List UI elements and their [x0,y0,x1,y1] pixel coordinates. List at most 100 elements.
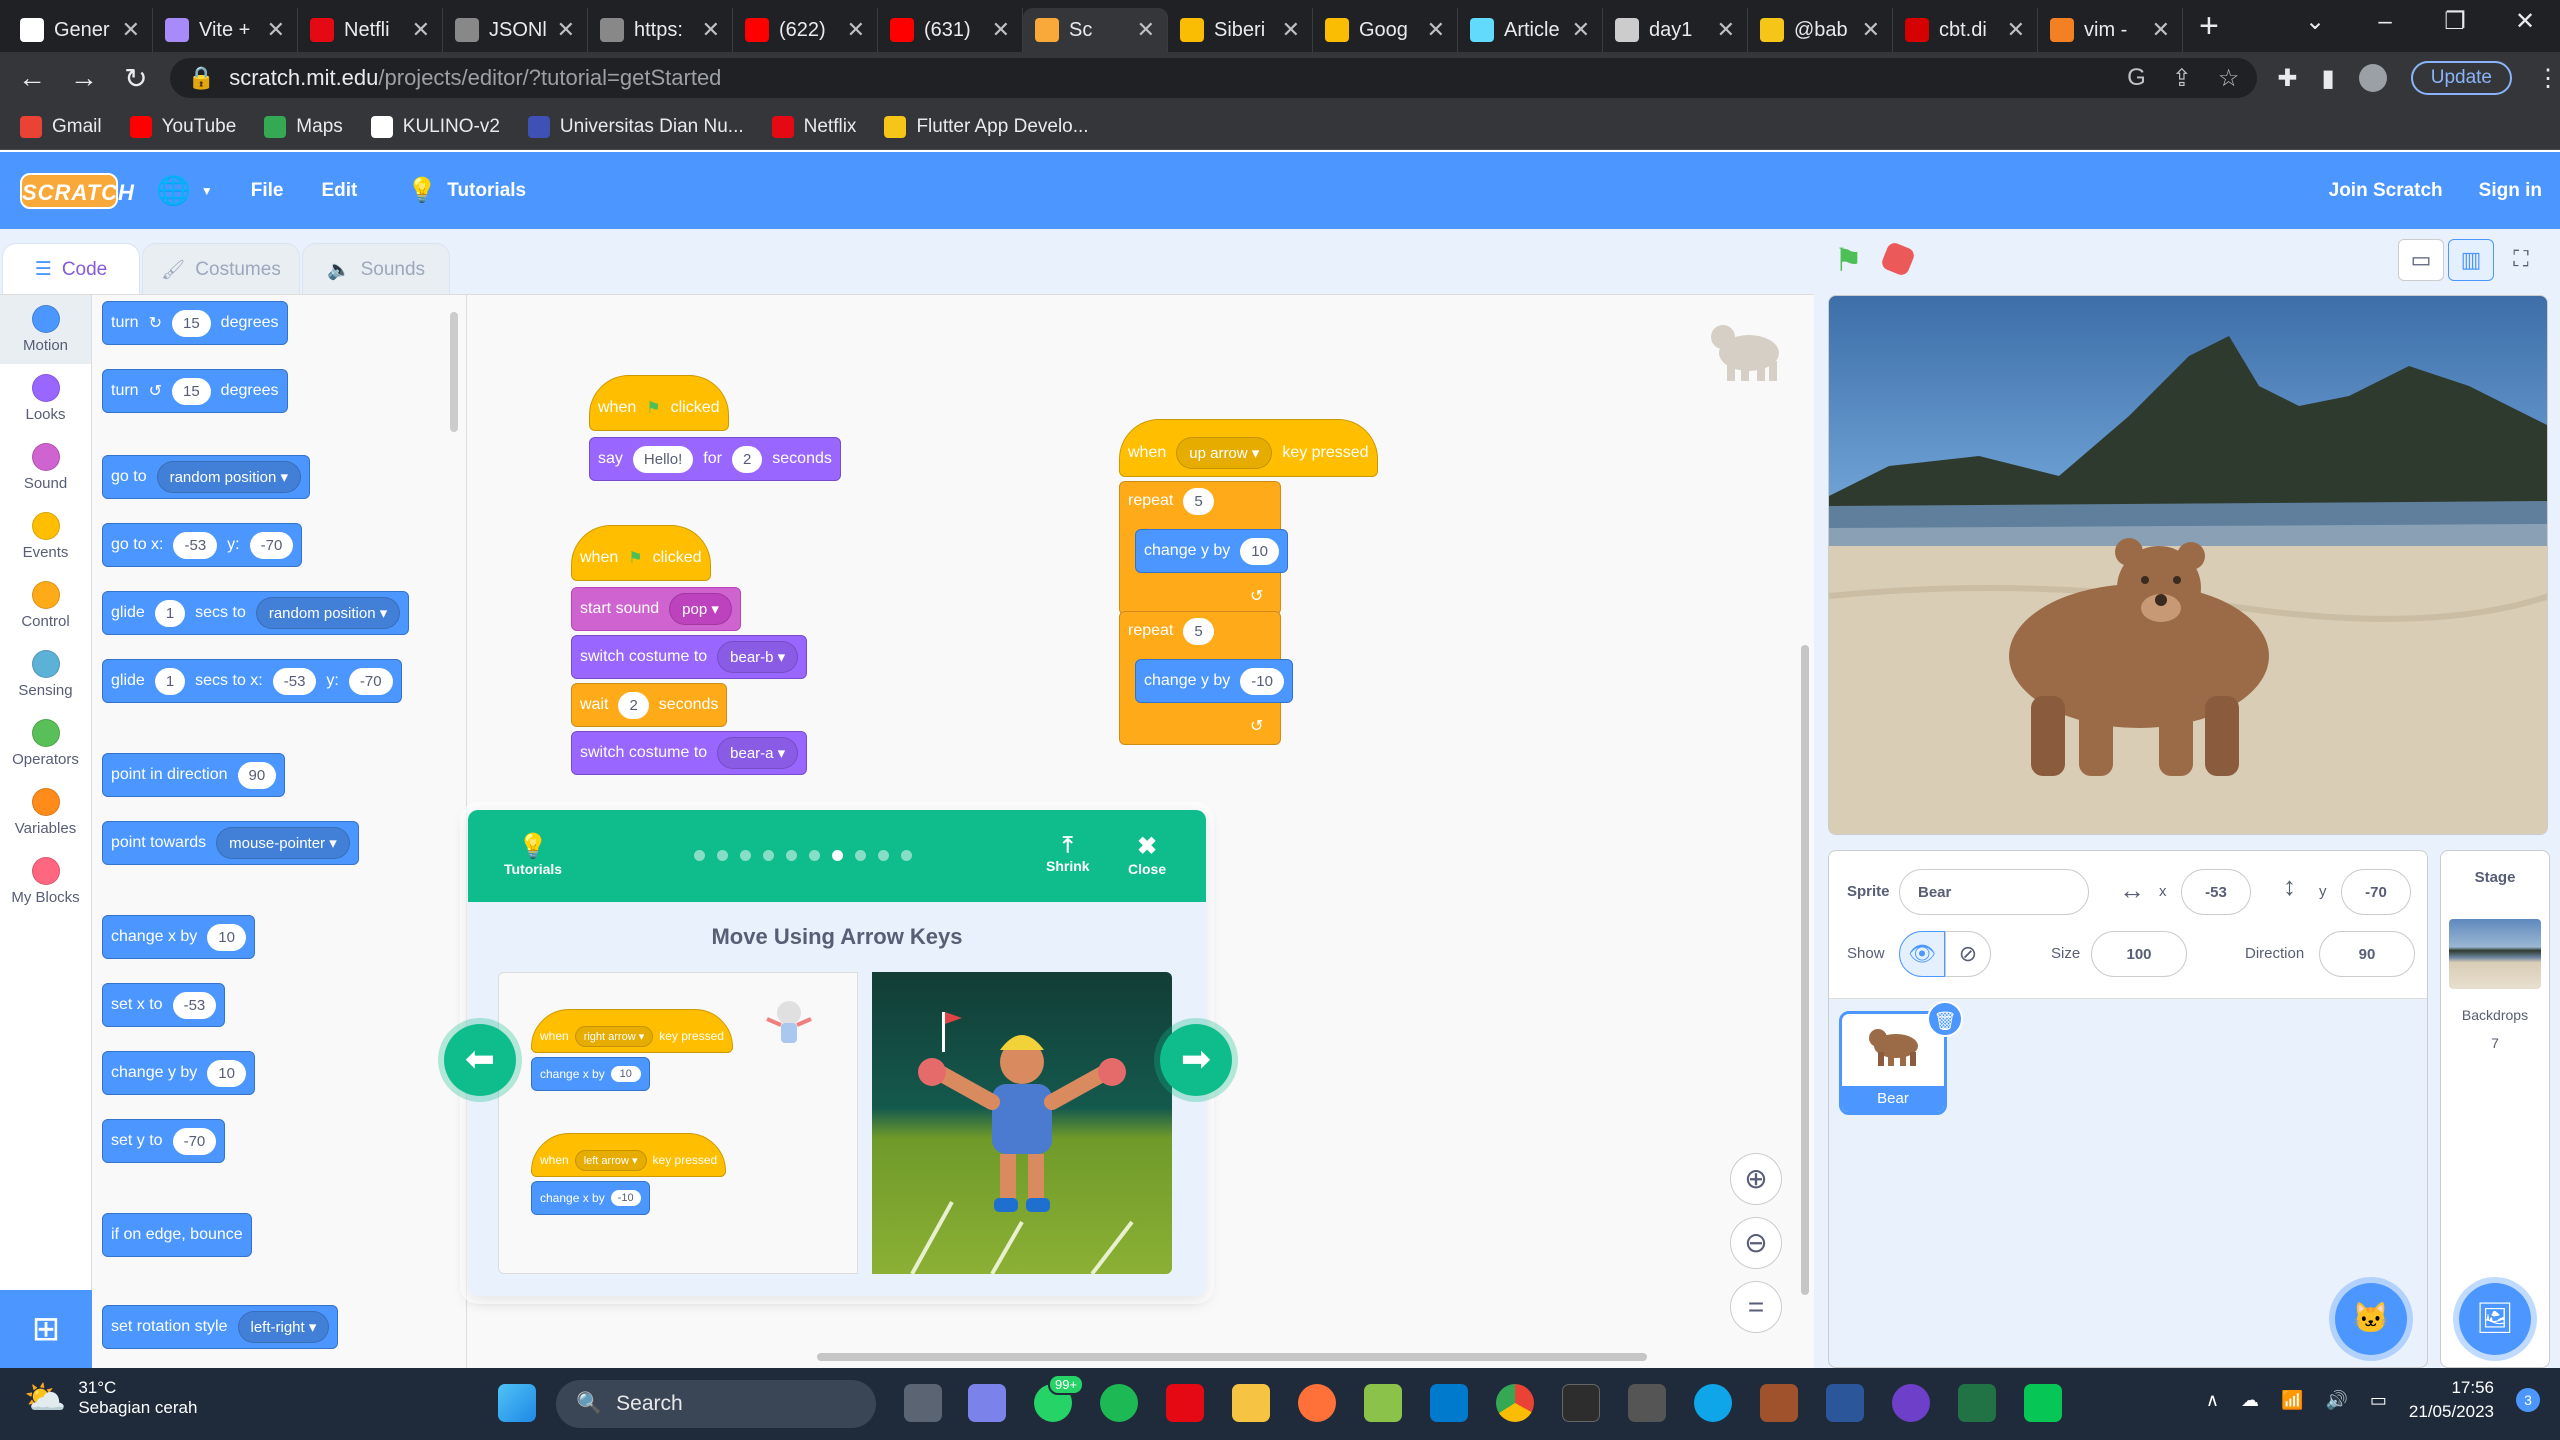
progress-dot[interactable] [855,850,866,861]
small-stage-button[interactable]: ▭ [2398,239,2444,281]
chevron-up-icon[interactable]: ∧ [2206,1390,2219,1411]
say-secs-input[interactable]: 2 [731,445,763,473]
set-y-block[interactable]: set y to -70 [102,1119,226,1163]
excel-icon[interactable] [1958,1384,1996,1422]
side-panel-icon[interactable]: ▮ [2322,64,2335,93]
terminal-icon[interactable] [1562,1384,1600,1422]
scratch-logo[interactable]: SCRATCH [20,172,134,209]
category-control[interactable]: Control [0,571,91,640]
restore-button[interactable]: ❐ [2420,0,2490,44]
browser-tab[interactable]: Sc ✕ [1023,8,1168,52]
when-flag-clicked-hat[interactable]: when ⚑ clicked [571,525,711,581]
when-flag-clicked-hat[interactable]: when ⚑ clicked [589,375,729,431]
add-backdrop-icon[interactable]: 🖼 [2459,1283,2531,1355]
backdrop-thumbnail[interactable] [2449,919,2541,989]
direction-input[interactable]: 90 [237,761,277,789]
browser-tab[interactable]: Article ✕ [1458,8,1603,52]
green-flag-button[interactable]: ⚑ [1834,241,1863,279]
direction-field[interactable]: 90 [2319,931,2415,977]
progress-dot[interactable] [763,850,774,861]
set-x-block[interactable]: set x to -53 [102,983,226,1027]
switch-costume-block[interactable]: switch costume to bear-b ▾ [571,635,808,679]
repeat-input[interactable]: 5 [1183,488,1214,515]
file-explorer-icon[interactable] [1232,1384,1270,1422]
glide-block[interactable]: glide 1 secs to random position ▾ [102,591,410,635]
when-key-pressed-hat[interactable]: when up arrow ▾ key pressed [1119,419,1378,477]
tab-search-icon[interactable]: ⌄ [2280,0,2350,44]
turn-right-block[interactable]: turn ↻ 15 degrees [102,301,288,345]
reload-button[interactable]: ↻ [110,62,162,95]
zoom-in-button[interactable]: ⊕ [1730,1153,1782,1205]
bookmark-item[interactable]: Flutter App Develo... [884,115,1089,138]
x-input[interactable]: -53 [173,531,218,559]
normal-stage-button[interactable]: ▥ [2448,239,2494,281]
y-field[interactable]: -70 [2341,869,2411,915]
say-for-block[interactable]: say Hello! for 2 seconds [589,437,841,481]
repeat-input[interactable]: 5 [1183,618,1214,645]
github-desktop-icon[interactable] [1892,1384,1930,1422]
close-window-button[interactable]: ✕ [2490,0,2560,44]
delete-sprite-trash-icon[interactable]: 🗑 [1927,1001,1963,1037]
browser-tab[interactable]: https: ✕ [588,8,733,52]
back-button[interactable]: ← [6,62,58,94]
progress-dot[interactable] [786,850,797,861]
palette-scrollbar[interactable] [450,312,458,432]
close-tab-icon[interactable]: ✕ [1717,17,1735,43]
winrar-icon[interactable] [1760,1384,1798,1422]
browser-tab[interactable]: Netfli ✕ [298,8,443,52]
forward-button[interactable]: → [58,62,110,94]
bookmark-item[interactable]: Netflix [771,115,856,138]
rotation-style-block[interactable]: set rotation style left-right ▾ [102,1305,339,1349]
word-icon[interactable] [1826,1384,1864,1422]
close-tab-icon[interactable]: ✕ [267,17,285,43]
sprite-name-field[interactable] [1899,869,2089,915]
chrome-icon[interactable] [1496,1384,1534,1422]
say-text-input[interactable]: Hello! [632,445,694,473]
rotation-dropdown[interactable]: left-right ▾ [237,1311,330,1343]
add-extension-button[interactable]: ⊞ [0,1290,92,1368]
costume-dropdown[interactable]: bear-a ▾ [717,737,799,769]
change-x-block[interactable]: change x by 10 [102,915,255,959]
goto-target-dropdown[interactable]: random position ▾ [156,461,302,493]
close-tab-icon[interactable]: ✕ [702,17,720,43]
browser-tab[interactable]: @bab ✕ [1748,8,1893,52]
tutorial-next-button[interactable]: ➡ [1160,1024,1232,1096]
progress-dot[interactable] [740,850,751,861]
wifi-icon[interactable]: 📶 [2281,1390,2303,1411]
battery-icon[interactable]: ▭ [2370,1390,2387,1411]
progress-dot[interactable] [878,850,889,861]
line-icon[interactable] [2024,1384,2062,1422]
bookmark-star-icon[interactable]: ☆ [2218,64,2240,93]
set-x-input[interactable]: -53 [172,991,217,1019]
browser-tab[interactable]: Siberi ✕ [1168,8,1313,52]
join-scratch-link[interactable]: Join Scratch [2329,180,2443,202]
notion-icon[interactable] [1628,1384,1666,1422]
tutorials-button[interactable]: 💡 Tutorials [504,832,562,877]
zoom-out-button[interactable]: ⊖ [1730,1217,1782,1269]
stage-pane[interactable]: Stage Backdrops 7 🖼 [2440,850,2550,1368]
fullscreen-button[interactable]: ⛶ [2498,239,2544,281]
close-tab-icon[interactable]: ✕ [1862,17,1880,43]
goto-block[interactable]: go to random position ▾ [102,455,311,499]
progress-dot[interactable] [717,850,728,861]
x-field[interactable]: -53 [2181,869,2251,915]
close-tab-icon[interactable]: ✕ [1282,17,1300,43]
volume-icon[interactable]: 🔊 [2325,1390,2347,1411]
bookmark-item[interactable]: Gmail [20,115,102,138]
vscode-icon[interactable] [1430,1384,1468,1422]
browser-tab[interactable]: cbt.di ✕ [1893,8,2038,52]
tutorial-previous-button[interactable]: ⬅ [444,1024,516,1096]
bookmark-item[interactable]: YouTube [129,115,236,138]
costume-dropdown[interactable]: bear-b ▾ [717,641,799,673]
language-menu[interactable]: 🌐 ▼ [156,174,213,207]
close-tab-icon[interactable]: ✕ [1427,17,1445,43]
tutorials-menu[interactable]: 💡 Tutorials [407,176,526,205]
browser-tab[interactable]: (631) ✕ [878,8,1023,52]
progress-dot[interactable] [694,850,705,861]
x-input[interactable]: -53 [272,667,317,695]
browser-tab[interactable]: Vite + ✕ [153,8,298,52]
close-tab-icon[interactable]: ✕ [412,17,430,43]
change-y-block[interactable]: change y by -10 [1135,659,1293,703]
stop-button[interactable] [1879,240,1917,278]
point-direction-block[interactable]: point in direction 90 [102,753,286,797]
